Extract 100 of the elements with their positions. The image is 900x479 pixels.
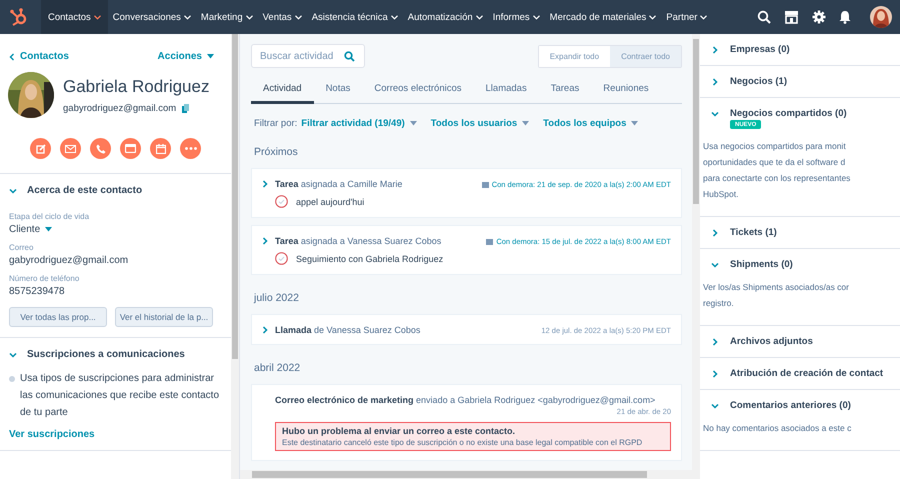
task-checkbox[interactable] xyxy=(275,252,288,265)
chevron-right-icon[interactable] xyxy=(261,326,269,334)
lifecycle-dropdown[interactable]: Cliente xyxy=(9,224,52,235)
search-icon[interactable] xyxy=(757,10,771,24)
meeting-button[interactable] xyxy=(150,138,171,159)
section-text: registro. xyxy=(703,297,735,310)
nav-menu-item[interactable]: Automatización xyxy=(402,0,488,34)
chevron-down-icon[interactable] xyxy=(711,110,719,118)
view-button[interactable]: Ver el historial de la p... xyxy=(115,307,213,327)
task-button[interactable] xyxy=(120,138,141,159)
activity-title: Tarea asignada a Vanessa Suarez Cobos xyxy=(275,236,442,246)
section-heading: abril 2022 xyxy=(254,362,302,374)
caret-icon xyxy=(246,14,253,20)
nav-menu-item[interactable]: Ventas xyxy=(258,0,307,34)
nav-menu-item[interactable]: Asistencia técnica xyxy=(306,0,403,34)
store-icon[interactable] xyxy=(784,10,799,24)
tab[interactable]: Notas xyxy=(314,74,362,104)
scrollbar[interactable] xyxy=(692,34,700,470)
section-text: para conectarte con los representantes xyxy=(703,172,852,185)
activity-title: Correo electrónico de marketing enviado a Gabriela Rodriguez <gabyrodriguez@gmail.com> xyxy=(275,395,656,405)
section-title[interactable]: Empresas (0) xyxy=(730,44,790,55)
tab[interactable]: Tareas xyxy=(538,74,592,104)
section-title[interactable]: Shipments (0) xyxy=(730,259,793,270)
chevron-right-icon[interactable] xyxy=(261,180,269,188)
tab[interactable]: Actividad xyxy=(251,74,314,104)
search-field[interactable]: Buscar actividad xyxy=(251,44,365,68)
section-heading: Próximos xyxy=(254,146,299,158)
nav-menu-item[interactable]: Informes xyxy=(488,0,545,34)
scrollbar[interactable] xyxy=(231,34,239,479)
section-title[interactable]: Comentarios anteriores (0) xyxy=(730,400,851,411)
settings-icon[interactable] xyxy=(812,10,826,24)
scrollbar[interactable] xyxy=(240,470,700,479)
chevron-right-icon[interactable] xyxy=(711,370,719,378)
caret-icon xyxy=(390,14,398,20)
view-button[interactable]: Ver todas las prop... xyxy=(9,307,107,327)
field-label: Etapa del ciclo de vida xyxy=(9,212,90,221)
section-text: No hay comentarios asociados a este c xyxy=(703,422,852,435)
alert-text: Este destinatario canceló este tipo de suscripción o no existe una base legal compatible con el RGPD xyxy=(282,438,644,447)
field-label: Número de teléfono xyxy=(9,274,80,283)
pencil-icon xyxy=(36,144,46,154)
nav-menu-item[interactable]: Marketing xyxy=(196,0,258,34)
section-title[interactable]: Negocios compartidos (0) xyxy=(730,108,847,119)
caret-icon xyxy=(522,121,530,126)
section-title[interactable]: Acerca de este contacto xyxy=(27,185,142,196)
section-title[interactable]: Suscripciones a comunicaciones xyxy=(27,349,185,360)
logo-icon[interactable] xyxy=(9,7,29,27)
field-value: 8575239478 xyxy=(9,286,66,297)
chevron-left-icon xyxy=(9,52,15,60)
scrollbar-thumb[interactable] xyxy=(252,471,647,478)
activity-title: Llamada de Vanessa Suarez Cobos xyxy=(275,325,420,335)
task-checkbox[interactable] xyxy=(275,195,288,208)
field-label: Correo xyxy=(9,243,34,252)
chevron-down-icon[interactable] xyxy=(711,402,719,410)
task-subject: appel aujourd'hui xyxy=(296,196,364,206)
filter-label: Filtrar por: xyxy=(254,118,298,129)
phone-icon xyxy=(96,144,106,154)
note-button[interactable] xyxy=(30,138,51,159)
nav-menu-item[interactable]: Conversaciones xyxy=(108,0,196,34)
activity-title: Tarea asignada a Camille Marie xyxy=(275,179,402,189)
field-value: gabyrodriguez@gmail.com xyxy=(9,255,130,266)
nav-menu-item[interactable]: Contactos xyxy=(41,0,108,34)
screen-icon xyxy=(125,144,136,153)
chevron-right-icon[interactable] xyxy=(711,338,719,346)
tab[interactable]: Correos electrónicos xyxy=(362,74,474,104)
section-text: HubSpot. xyxy=(703,188,740,201)
copy-icon[interactable] xyxy=(182,104,190,112)
dots-icon xyxy=(184,147,196,150)
section-title[interactable]: Negocios (1) xyxy=(730,76,788,87)
nav-menu-item[interactable]: Mercado de materiales xyxy=(544,0,662,34)
chevron-right-icon[interactable] xyxy=(711,46,719,54)
chevron-right-icon[interactable] xyxy=(711,78,719,86)
scrollbar-thumb[interactable] xyxy=(693,39,699,204)
section-title[interactable]: Archivos adjuntos xyxy=(730,336,813,347)
section-text: Usa negocios compartidos para monit xyxy=(703,140,847,153)
nav-menu-item[interactable]: Partner xyxy=(661,0,712,34)
caret-icon xyxy=(94,14,101,20)
back-link[interactable]: Contactos xyxy=(9,51,69,62)
call-button[interactable] xyxy=(90,138,111,159)
actions-dropdown[interactable]: Acciones xyxy=(158,51,214,62)
tab[interactable]: Reuniones xyxy=(591,74,661,104)
subscriptions-link[interactable]: Ver suscripciones xyxy=(9,429,221,440)
section-title[interactable]: Atribución de creación de contact xyxy=(730,368,884,379)
chevron-right-icon[interactable] xyxy=(261,237,269,245)
contact-email: gabyrodriguez@gmail.com xyxy=(63,102,176,114)
chevron-right-icon[interactable] xyxy=(711,229,719,237)
envelope-icon xyxy=(65,144,76,152)
chevron-down-icon[interactable] xyxy=(711,261,719,269)
section-title[interactable]: Tickets (1) xyxy=(730,227,777,238)
notifications-icon[interactable] xyxy=(839,10,851,24)
task-subject: Seguimiento con Gabriela Rodriguez xyxy=(296,254,444,264)
chevron-down-icon[interactable] xyxy=(9,350,17,358)
caret-icon xyxy=(410,121,417,126)
more-button[interactable] xyxy=(180,138,201,159)
caret-icon xyxy=(207,54,214,59)
email-button[interactable] xyxy=(60,138,81,159)
alert-title: Hubo un problema al enviar un correo a este contacto. xyxy=(282,426,516,436)
scrollbar-thumb[interactable] xyxy=(232,34,238,359)
chevron-down-icon[interactable] xyxy=(9,186,17,194)
tab[interactable]: Llamadas xyxy=(474,74,539,104)
caret-icon xyxy=(631,121,638,126)
